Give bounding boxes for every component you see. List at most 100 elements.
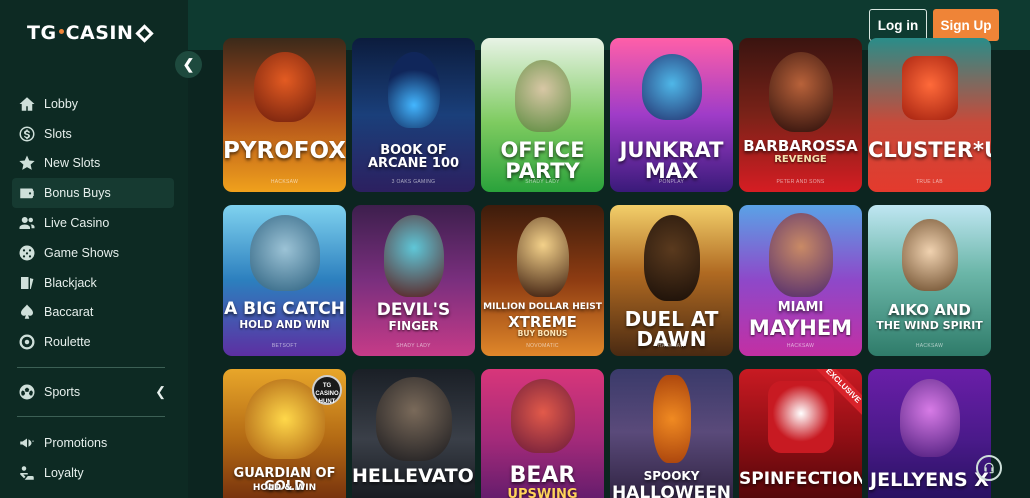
sidebar-item-label: Baccarat — [44, 305, 94, 320]
sidebar-item-sports[interactable]: Sports ❮ — [12, 377, 174, 407]
sidebar-secondary-nav: Promotions Loyalty — [12, 428, 174, 488]
game-tile-million-dollar-heist[interactable]: MILLION DOLLAR HEIST XTREME BUY BONUS NO… — [481, 205, 604, 356]
badge-text: HUNT — [318, 399, 336, 405]
sidebar-item-slots[interactable]: Slots — [12, 119, 174, 149]
sidebar-item-bonus-buys[interactable]: Bonus Buys — [12, 178, 174, 209]
game-title: BOOK OF ARCANE 100 — [367, 143, 460, 171]
sidebar-item-label: Slots — [44, 126, 72, 141]
logo-text-left: TG — [27, 22, 57, 44]
sidebar-item-loyalty[interactable]: Loyalty — [12, 458, 174, 488]
game-provider: HACKSAW — [915, 343, 944, 349]
fox-character-art — [253, 52, 316, 122]
game-title: JELLYENS X — [870, 469, 989, 491]
soccer-ball-icon — [17, 382, 37, 402]
game-tile-miami-mayhem[interactable]: MIAMI MAYHEM HACKSAW — [739, 205, 862, 356]
game-tile-jellyens-x[interactable]: JELLYENS X — [868, 369, 991, 498]
logo-dot — [58, 29, 64, 34]
rat-character-art — [641, 54, 702, 120]
game-provider: HACKSAW — [270, 179, 299, 185]
sidebar-item-label: Bonus Buys — [44, 186, 111, 201]
live-support-button[interactable] — [976, 455, 1002, 481]
spade-icon — [17, 302, 37, 322]
tg-casino-hunt-badge: TG CASINO HUNT — [312, 375, 342, 405]
game-provider: NOVOMATIC — [526, 343, 559, 349]
game-provider: PONPLAY — [658, 179, 685, 185]
game-subtitle: HALLOWEEN — [611, 483, 732, 498]
heist-character-art — [516, 217, 569, 297]
loyalty-icon — [17, 463, 37, 483]
sidebar-item-label: Game Shows — [44, 245, 120, 260]
megaphone-icon — [17, 433, 37, 453]
game-provider: HACKSAW — [786, 343, 815, 349]
dollar-icon — [17, 124, 37, 144]
game-provider: BETSOFT — [271, 343, 298, 349]
badge-text: CASINO — [315, 391, 339, 397]
game-tile-bear-upswing[interactable]: BEAR UPSWING — [481, 369, 604, 498]
chevron-left-icon: ❮ — [182, 56, 195, 72]
star-icon — [17, 153, 37, 173]
game-subtitle: REVENGE — [774, 154, 827, 165]
game-provider: SHADY LADY — [525, 179, 560, 185]
sidebar-item-lobby[interactable]: Lobby — [12, 89, 174, 119]
collapse-sidebar-button[interactable]: ❮ — [175, 51, 202, 78]
game-title: OFFICE PARTY — [500, 138, 585, 183]
game-tile-hellevator[interactable]: HELLEVATOR — [352, 369, 475, 498]
game-title: MILLION DOLLAR HEIST — [483, 302, 602, 312]
game-tile-book-of-arcane[interactable]: BOOK OF ARCANE 100 3 OAKS GAMING — [352, 38, 475, 192]
wallet-icon — [17, 183, 37, 203]
sidebar-item-new-slots[interactable]: New Slots — [12, 149, 174, 179]
sidebar-item-blackjack[interactable]: Blackjack — [12, 268, 174, 298]
game-subtitle: MAYHEM — [748, 316, 853, 340]
sidebar-item-live-casino[interactable]: Live Casino — [12, 208, 174, 238]
game-title: SPOOKY — [643, 469, 700, 483]
game-subtitle: HOLD AND WIN — [239, 319, 330, 331]
game-provider: TRUE LAB — [916, 179, 943, 185]
game-title: MIAMI — [777, 300, 824, 315]
logo-diamond-icon — [135, 23, 155, 43]
sidebar-item-label: New Slots — [44, 156, 101, 171]
game-tile-guardian-of-gold[interactable]: TG CASINO HUNT GUARDIAN OF GOLD HOLD & W… — [223, 369, 346, 498]
sidebar-item-label: Blackjack — [44, 275, 97, 290]
game-tile-devils-finger[interactable]: DEVIL'S FINGER SHADY LADY — [352, 205, 475, 356]
sidebar-divider — [17, 416, 165, 417]
game-tile-pyrofox[interactable]: PYROFOX HACKSAW — [223, 38, 346, 192]
chevron-left-icon[interactable]: ❮ — [155, 384, 166, 400]
users-icon — [17, 213, 37, 233]
game-tile-duel-at-dawn[interactable]: DUEL AT DAWN HACKSAW — [610, 205, 733, 356]
game-provider: SHADY LADY — [396, 343, 431, 349]
dice-icon — [17, 243, 37, 263]
sidebar-item-game-shows[interactable]: Game Shows — [12, 238, 174, 268]
devil-character-art — [383, 215, 444, 297]
game-tile-spinfection[interactable]: EXCLUSIVE SPINFECTION — [739, 369, 862, 498]
game-title: AIKO AND — [888, 301, 971, 319]
game-subtitle: HOLD & WIN — [252, 483, 317, 493]
sidebar-nav: Lobby Slots New Slots Bonus Buys Live Ca… — [12, 89, 174, 357]
brand-logo[interactable]: TG CASIN — [27, 21, 155, 45]
game-subtitle-secondary: BUY BONUS — [517, 329, 568, 338]
home-icon — [17, 94, 37, 114]
roulette-icon — [17, 332, 37, 352]
sidebar-item-promotions[interactable]: Promotions — [12, 428, 174, 458]
sidebar-item-label: Sports — [44, 385, 81, 399]
game-tile-clusteruck[interactable]: CLUSTER*UCK TRUE LAB — [868, 38, 991, 192]
game-title: PYROFOX — [223, 138, 346, 164]
game-tile-junkrat-max[interactable]: JUNKRAT MAX PONPLAY — [610, 38, 733, 192]
game-tile-a-big-catch[interactable]: A BIG CATCH HOLD AND WIN BETSOFT — [223, 205, 346, 356]
jellyfish-character-art — [899, 379, 960, 457]
pirate-character-art — [768, 52, 833, 132]
bear-character-art — [510, 379, 575, 453]
game-subtitle: FINGER — [388, 319, 439, 333]
game-title: A BIG CATCH — [224, 299, 345, 319]
sidebar-item-roulette[interactable]: Roulette — [12, 327, 174, 357]
game-title: BARBAROSSA — [743, 137, 858, 155]
headset-icon — [984, 462, 994, 474]
game-tile-aiko-and-the-wind-spirit[interactable]: AIKO AND THE WIND SPIRIT HACKSAW — [868, 205, 991, 356]
game-title: CLUSTER*UCK — [868, 138, 991, 162]
game-tile-barbarossa-revenge[interactable]: BARBAROSSA REVENGE PETER AND SONS — [739, 38, 862, 192]
game-subtitle: THE WIND SPIRIT — [876, 319, 983, 332]
sidebar-item-baccarat[interactable]: Baccarat — [12, 298, 174, 328]
game-provider: 3 OAKS GAMING — [391, 179, 436, 185]
game-tile-office-party[interactable]: OFFICE PARTY SHADY LADY — [481, 38, 604, 192]
game-tile-spooky-halloween[interactable]: SPOOKY HALLOWEEN — [610, 369, 733, 498]
thug-character-art — [768, 213, 833, 297]
